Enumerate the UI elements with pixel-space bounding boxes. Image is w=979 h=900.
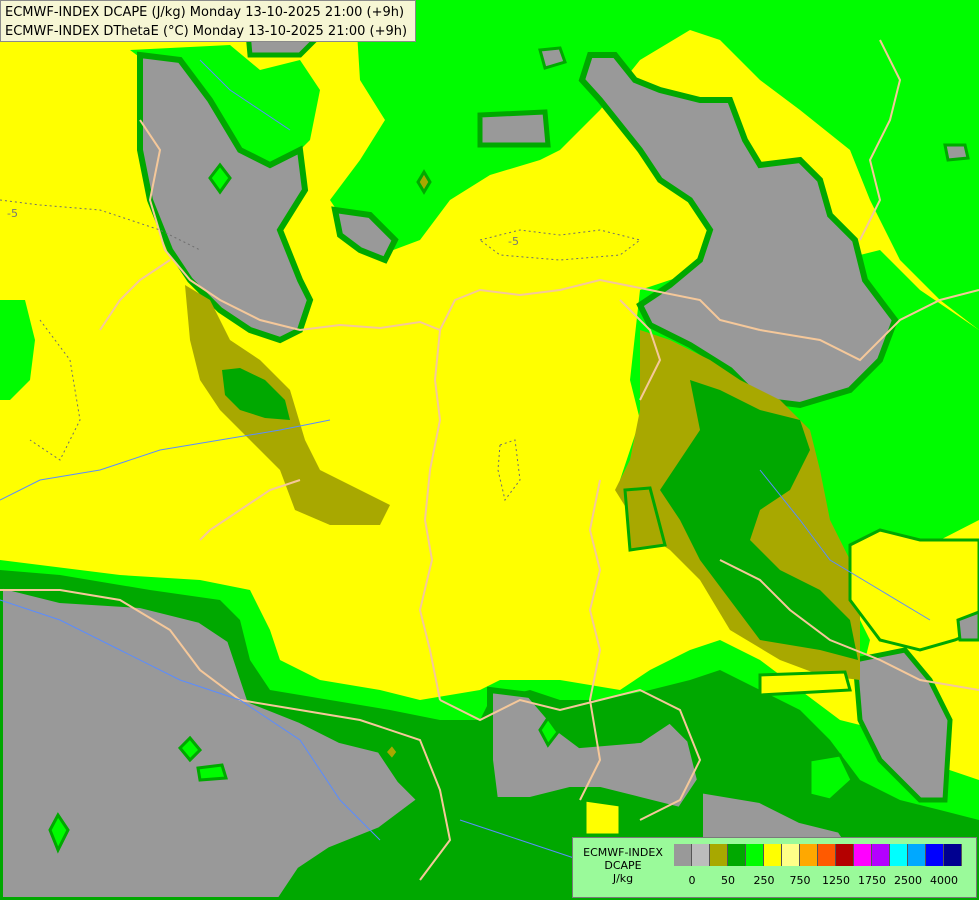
legend-title: ECMWF-INDEX DCAPE J/kg — [575, 846, 671, 885]
legend-title-line-2: DCAPE — [604, 859, 642, 872]
legend-swatch — [944, 844, 962, 866]
legend-swatch — [908, 844, 926, 866]
legend-swatch — [728, 844, 746, 866]
yellow-island-1 — [758, 670, 852, 697]
gray-island-2 — [943, 143, 970, 162]
map-title-line-1: ECMWF-INDEX DCAPE (J/kg) Monday 13-10-20… — [5, 5, 405, 20]
yellow-island-2 — [583, 798, 622, 837]
legend-swatch — [674, 844, 692, 866]
legend-tick-label: 250 — [753, 874, 775, 887]
legend-tick-label: 4000 — [930, 874, 958, 887]
legend-swatch — [692, 844, 710, 866]
legend-swatch — [818, 844, 836, 866]
legend-unit: J/kg — [612, 872, 634, 885]
legend-swatch — [710, 844, 728, 866]
legend-tick-label: 0 — [688, 874, 696, 887]
legend-swatch — [800, 844, 818, 866]
legend-swatch — [764, 844, 782, 866]
green-island-4 — [196, 763, 228, 782]
map-title-box: ECMWF-INDEX DCAPE (J/kg) Monday 13-10-20… — [0, 0, 416, 42]
legend-tick-label: 750 — [789, 874, 811, 887]
legend-title-line-1: ECMWF-INDEX — [583, 846, 663, 859]
legend-tick-label: 1750 — [858, 874, 886, 887]
legend-swatch — [890, 844, 908, 866]
legend-tick-label: 2500 — [894, 874, 922, 887]
map-title-line-2: ECMWF-INDEX DThetaE (°C) Monday 13-10-20… — [5, 24, 408, 39]
dcape-legend: ECMWF-INDEX DCAPE J/kg 0 50 250 750 1250 1750… — [572, 837, 977, 898]
legend-swatch — [926, 844, 944, 866]
contour-label: -5 — [7, 207, 18, 220]
contour-label: -5 — [508, 235, 519, 248]
legend-tick-labels: 0 50 250 750 1250 1750 2500 4000 — [674, 874, 974, 890]
legend-swatch — [872, 844, 890, 866]
gray-region-small-1 — [477, 109, 551, 148]
legend-swatch — [836, 844, 854, 866]
legend-tick-label: 50 — [721, 874, 735, 887]
legend-swatch — [782, 844, 800, 866]
dcape-map: -5 -5 — [0, 0, 979, 900]
legend-color-scale — [674, 844, 962, 866]
legend-tick-label: 1250 — [822, 874, 850, 887]
legend-swatch — [854, 844, 872, 866]
legend-swatch — [746, 844, 764, 866]
